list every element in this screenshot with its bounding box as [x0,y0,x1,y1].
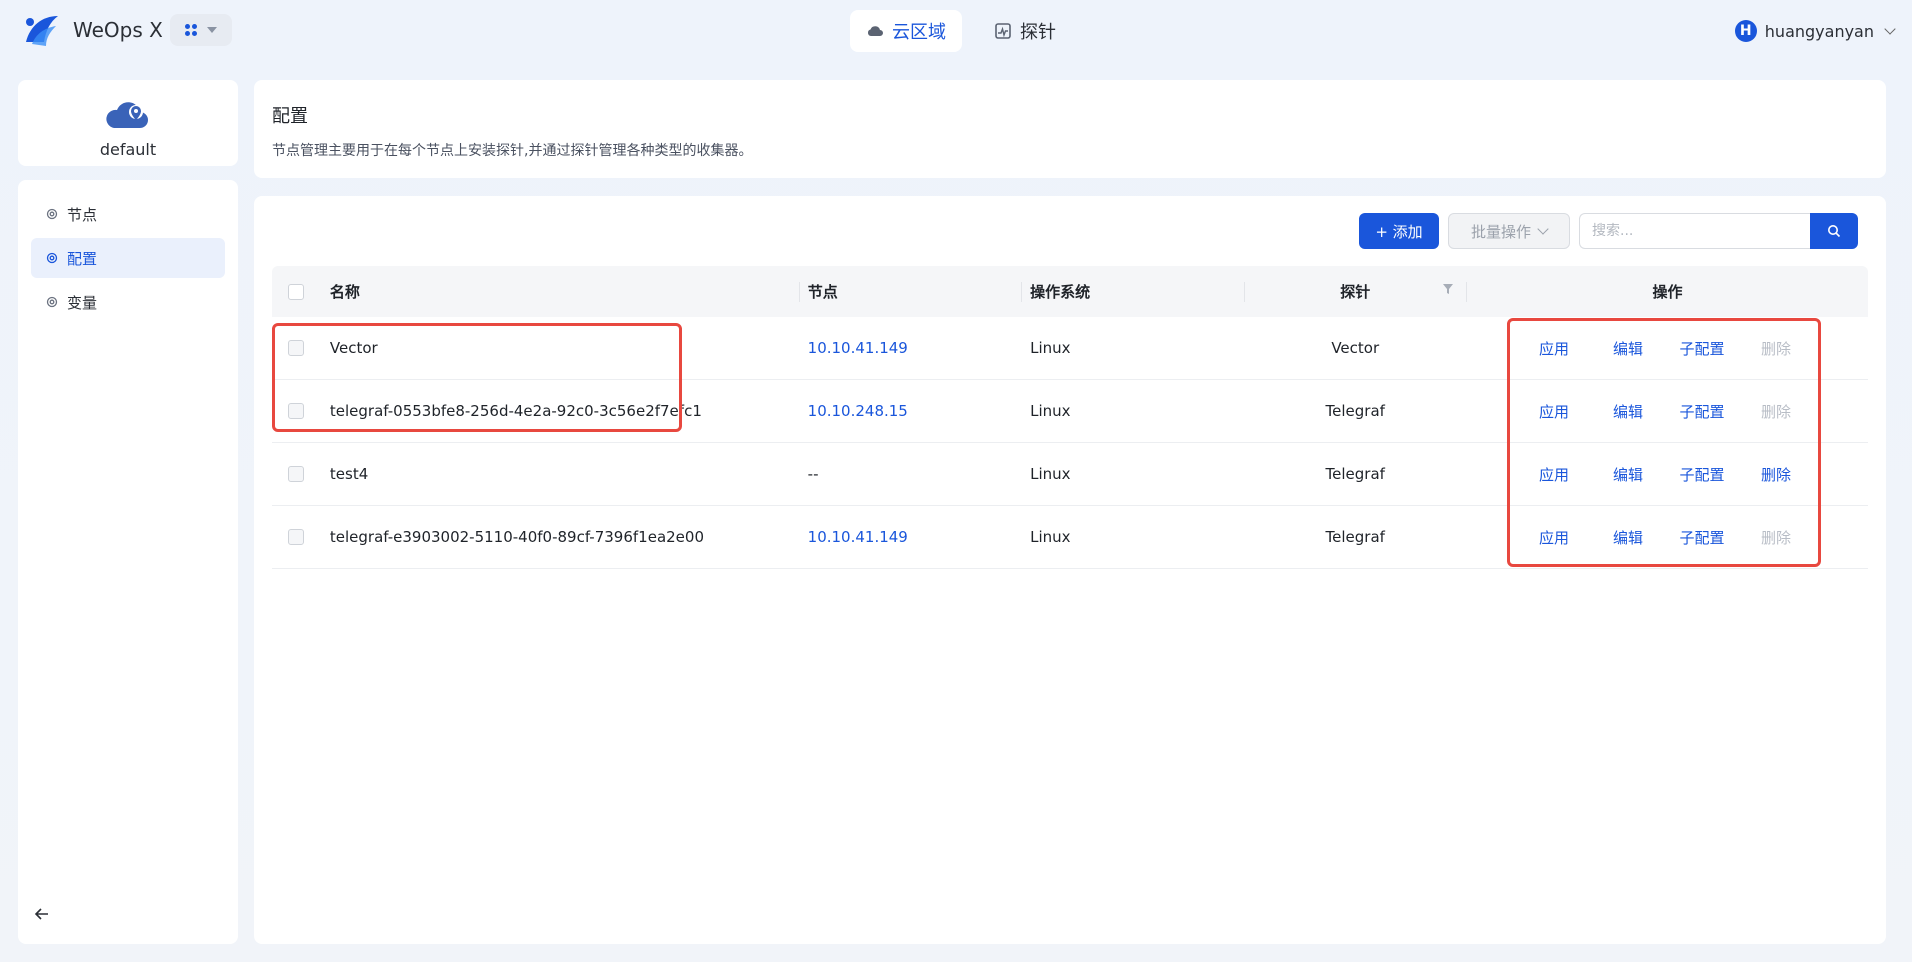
user-menu[interactable]: H huangyanyan [1734,20,1896,42]
search-input[interactable] [1579,213,1810,249]
row-probe: Telegraf [1325,402,1385,420]
edit-button[interactable]: 编辑 [1591,464,1665,485]
config-list-panel: + 添加 批量操作 名称 节点 操作系统 探针 操作 Vector 1 [254,196,1886,944]
sub-config-button[interactable]: 子配置 [1665,338,1739,359]
select-all-checkbox[interactable] [288,283,304,300]
edit-button[interactable]: 编辑 [1591,527,1665,548]
row-os: Linux [1030,339,1071,357]
page-title: 配置 [272,106,308,127]
sidebar: 节点 配置 变量 [18,180,238,944]
row-node: -- [807,465,819,483]
gear-icon [46,252,58,264]
sidebar-item-nodes[interactable]: 节点 [31,194,225,234]
row-name: Vector [329,339,378,357]
row-actions: 应用 编辑 子配置 删除 [1467,527,1868,548]
apply-button[interactable]: 应用 [1517,464,1591,485]
arrow-left-icon[interactable] [34,906,50,922]
apply-button[interactable]: 应用 [1517,527,1591,548]
search-icon [1828,225,1841,238]
delete-button: 删除 [1760,339,1791,358]
cloud-location-icon [106,102,148,128]
filter-icon[interactable] [1442,283,1454,295]
caret-down-icon [207,27,217,33]
table-row: Vector 10.10.41.149 Linux Vector 应用 编辑 子… [272,317,1868,380]
table-row: telegraf-0553bfe8-256d-4e2a-92c0-3c56e2f… [272,380,1868,443]
row-os: Linux [1030,528,1071,546]
row-os: Linux [1030,465,1071,483]
batch-actions-button: 批量操作 [1448,213,1570,249]
sidebar-item-variables[interactable]: 变量 [31,282,225,322]
sub-config-button[interactable]: 子配置 [1665,464,1739,485]
table-row: test4 -- Linux Telegraf 应用 编辑 子配置 删除 [272,443,1868,506]
column-header-node: 节点 [807,283,838,301]
row-probe: Vector [1331,339,1380,357]
row-actions: 应用 编辑 子配置 删除 [1467,338,1868,359]
sidebar-item-config[interactable]: 配置 [31,238,225,278]
tab-cloud-region[interactable]: 云区域 [850,10,962,52]
row-probe: Telegraf [1325,528,1385,546]
column-header-probe-label: 探针 [1340,283,1371,301]
row-os: Linux [1030,402,1071,420]
row-checkbox[interactable] [288,340,304,356]
column-header-probe: 探针 [1245,281,1466,302]
column-header-name: 名称 [329,283,360,301]
row-checkbox[interactable] [288,529,304,545]
monitor-icon [995,23,1011,39]
batch-actions-label: 批量操作 [1470,222,1531,241]
gear-icon [46,208,58,220]
row-probe: Telegraf [1325,465,1385,483]
row-node-link[interactable]: 10.10.41.149 [800,339,1021,357]
row-checkbox[interactable] [288,403,304,419]
gear-icon [46,296,58,308]
delete-button: 删除 [1760,528,1791,547]
apps-grid-icon [185,24,197,36]
weops-logo-icon [26,16,58,46]
row-actions: 应用 编辑 子配置 删除 [1467,464,1868,485]
row-name: telegraf-e3903002-5110-40f0-89cf-7396f1e… [329,528,704,546]
cloud-region-name: default [99,140,157,159]
row-checkbox[interactable] [288,466,304,482]
table-row: telegraf-e3903002-5110-40f0-89cf-7396f1e… [272,506,1868,569]
sidebar-item-label: 节点 [67,205,98,224]
table-header: 名称 节点 操作系统 探针 操作 [272,266,1868,317]
chevron-down-icon [1537,223,1549,235]
main-nav: 云区域 探针 [850,10,1072,52]
sidebar-item-label: 配置 [67,249,98,268]
tab-cloud-region-label: 云区域 [892,22,946,43]
page-description: 节点管理主要用于在每个节点上安装探针,并通过探针管理各种类型的收集器。 [272,143,753,159]
sub-config-button[interactable]: 子配置 [1665,401,1739,422]
add-button[interactable]: + 添加 [1359,213,1439,249]
delete-button: 删除 [1760,402,1791,421]
column-header-os: 操作系统 [1030,283,1091,301]
apply-button[interactable]: 应用 [1517,338,1591,359]
sub-config-button[interactable]: 子配置 [1665,527,1739,548]
avatar: H [1734,20,1757,42]
row-node-link[interactable]: 10.10.248.15 [800,402,1021,420]
brand-name: WeOps X [73,18,163,42]
apply-button[interactable]: 应用 [1517,401,1591,422]
tab-probe-label: 探针 [1020,22,1056,43]
tab-probe[interactable]: 探针 [978,10,1072,52]
edit-button[interactable]: 编辑 [1591,338,1665,359]
top-bar: WeOps X 云区域 探针 H huangyanyan [0,0,1912,64]
row-name: test4 [329,465,369,483]
config-table: 名称 节点 操作系统 探针 操作 Vector 10.10.41.149 Lin… [272,266,1868,569]
app-switcher-button[interactable] [170,14,232,46]
sidebar-item-label: 变量 [67,293,98,312]
cloud-icon [867,26,883,36]
row-name: telegraf-0553bfe8-256d-4e2a-92c0-3c56e2f… [329,402,702,420]
chevron-down-icon [1884,23,1896,35]
row-actions: 应用 编辑 子配置 删除 [1467,401,1868,422]
page-header: 配置 节点管理主要用于在每个节点上安装探针,并通过探针管理各种类型的收集器。 [254,80,1886,178]
edit-button[interactable]: 编辑 [1591,401,1665,422]
search-button[interactable] [1810,213,1858,249]
column-header-ops: 操作 [1652,283,1683,301]
user-name: huangyanyan [1764,21,1874,41]
row-node-link[interactable]: 10.10.41.149 [800,528,1021,546]
cloud-region-card: default [18,80,238,166]
delete-button[interactable]: 删除 [1739,464,1813,485]
